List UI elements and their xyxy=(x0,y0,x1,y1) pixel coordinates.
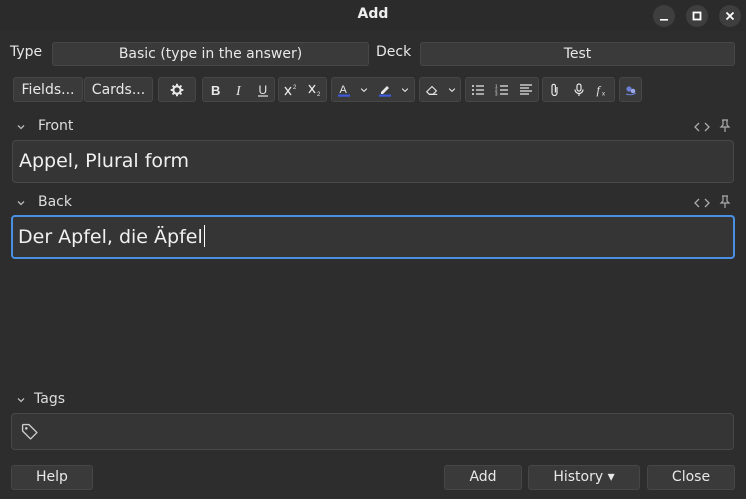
history-button[interactable]: History ▾ xyxy=(528,465,640,490)
svg-text:A: A xyxy=(340,84,348,96)
minimize-icon xyxy=(660,19,668,21)
chevron-down-icon xyxy=(401,87,409,92)
microphone-icon xyxy=(574,82,584,96)
close-icon xyxy=(725,11,735,21)
note-type-row: Type Basic (type in the answer) Deck Tes… xyxy=(0,42,746,66)
highlight-color-dropdown[interactable] xyxy=(397,78,413,101)
eraser-icon xyxy=(425,85,438,95)
cards-button[interactable]: Cards... xyxy=(84,77,153,102)
function-icon: fx xyxy=(597,83,606,97)
add-button[interactable]: Add xyxy=(444,465,522,490)
underline-button[interactable]: U xyxy=(251,78,274,101)
script-group: 2 2 xyxy=(278,77,327,102)
collapse-chevron-icon[interactable] xyxy=(16,122,26,132)
deck-label: Deck xyxy=(376,44,412,60)
chevron-down-icon xyxy=(448,87,456,92)
text-color-dropdown[interactable] xyxy=(356,78,372,101)
close-window-button[interactable] xyxy=(719,5,741,27)
html-editor-icon[interactable] xyxy=(694,120,710,134)
back-field-label: Back xyxy=(38,194,72,210)
list-group: 123 xyxy=(465,77,539,102)
superscript-icon: 2 xyxy=(284,85,297,95)
underline-icon: U xyxy=(257,83,268,97)
eraser-dropdown[interactable] xyxy=(444,78,460,101)
highlight-color-button[interactable] xyxy=(373,78,397,101)
back-field-input[interactable]: Der Apfel, die Äpfel xyxy=(11,215,735,259)
align-left-icon xyxy=(520,83,532,95)
svg-text:f: f xyxy=(597,83,602,97)
tags-input[interactable] xyxy=(11,413,734,450)
collapse-chevron-icon[interactable] xyxy=(16,395,26,405)
media-group: fx xyxy=(542,77,615,102)
bold-icon: B xyxy=(211,83,220,97)
add-on-button[interactable] xyxy=(619,77,642,102)
text-color-icon: A xyxy=(338,84,350,97)
svg-text:B: B xyxy=(211,83,220,97)
title-bar: Add xyxy=(0,0,746,31)
mathjax-button[interactable]: fx xyxy=(591,78,615,101)
ordered-list-button[interactable]: 123 xyxy=(490,78,514,101)
tag-icon xyxy=(21,423,38,440)
front-field-input[interactable]: Appel, Plural form xyxy=(12,140,734,183)
color-group: A xyxy=(331,77,415,102)
record-audio-button[interactable] xyxy=(567,78,591,101)
help-button[interactable]: Help xyxy=(11,465,93,490)
pin-icon[interactable] xyxy=(719,119,731,133)
italic-icon: I xyxy=(235,84,242,97)
add-on-icon xyxy=(625,85,636,95)
front-field-label: Front xyxy=(38,118,74,134)
paperclip-icon xyxy=(551,83,558,96)
alignment-button[interactable] xyxy=(514,78,538,101)
options-button[interactable] xyxy=(158,77,196,102)
svg-text:x: x xyxy=(602,91,605,97)
editor-toolbar: Fields... Cards... B I U 2 2 A 1 2 3 f x xyxy=(0,77,746,102)
attach-button[interactable] xyxy=(543,78,567,101)
text-caret xyxy=(203,225,205,247)
close-button[interactable]: Close xyxy=(647,465,735,490)
text-style-group: B I U xyxy=(202,77,275,102)
chevron-down-icon xyxy=(360,87,368,92)
svg-text:3: 3 xyxy=(495,91,498,96)
deck-selector[interactable]: Test xyxy=(420,42,735,66)
subscript-icon: 2 xyxy=(308,84,321,97)
eraser-group xyxy=(419,77,461,102)
superscript-button[interactable]: 2 xyxy=(279,78,303,101)
fields-button[interactable]: Fields... xyxy=(13,77,83,102)
unordered-list-button[interactable] xyxy=(466,78,490,101)
maximize-icon xyxy=(692,11,702,21)
clear-formatting-button[interactable] xyxy=(420,78,444,101)
note-type-selector[interactable]: Basic (type in the answer) xyxy=(52,42,369,66)
back-field-value: Der Apfel, die Äpfel xyxy=(18,226,203,248)
svg-text:I: I xyxy=(235,84,242,97)
svg-text:2: 2 xyxy=(293,85,297,91)
svg-text:U: U xyxy=(258,83,267,97)
svg-text:2: 2 xyxy=(317,92,321,97)
front-field-header: Front xyxy=(0,118,746,138)
back-field-header: Back xyxy=(0,194,746,214)
collapse-chevron-icon[interactable] xyxy=(16,198,26,208)
tags-label: Tags xyxy=(34,391,65,407)
maximize-button[interactable] xyxy=(686,5,708,27)
text-color-button[interactable]: A xyxy=(332,78,356,101)
tags-header: Tags xyxy=(0,391,746,411)
window-title: Add xyxy=(357,6,389,22)
italic-button[interactable]: I xyxy=(227,78,250,101)
highlighter-icon xyxy=(379,85,391,97)
minimize-button[interactable] xyxy=(653,5,675,27)
subscript-button[interactable]: 2 xyxy=(303,78,327,101)
pin-icon[interactable] xyxy=(719,195,731,209)
numbered-list-icon: 123 xyxy=(495,83,508,96)
type-label: Type xyxy=(10,44,43,60)
html-editor-icon[interactable] xyxy=(694,196,710,210)
front-field-value: Appel, Plural form xyxy=(19,150,190,172)
bold-button[interactable]: B xyxy=(203,78,226,101)
gear-icon xyxy=(170,83,184,96)
bullet-list-icon xyxy=(472,84,484,95)
